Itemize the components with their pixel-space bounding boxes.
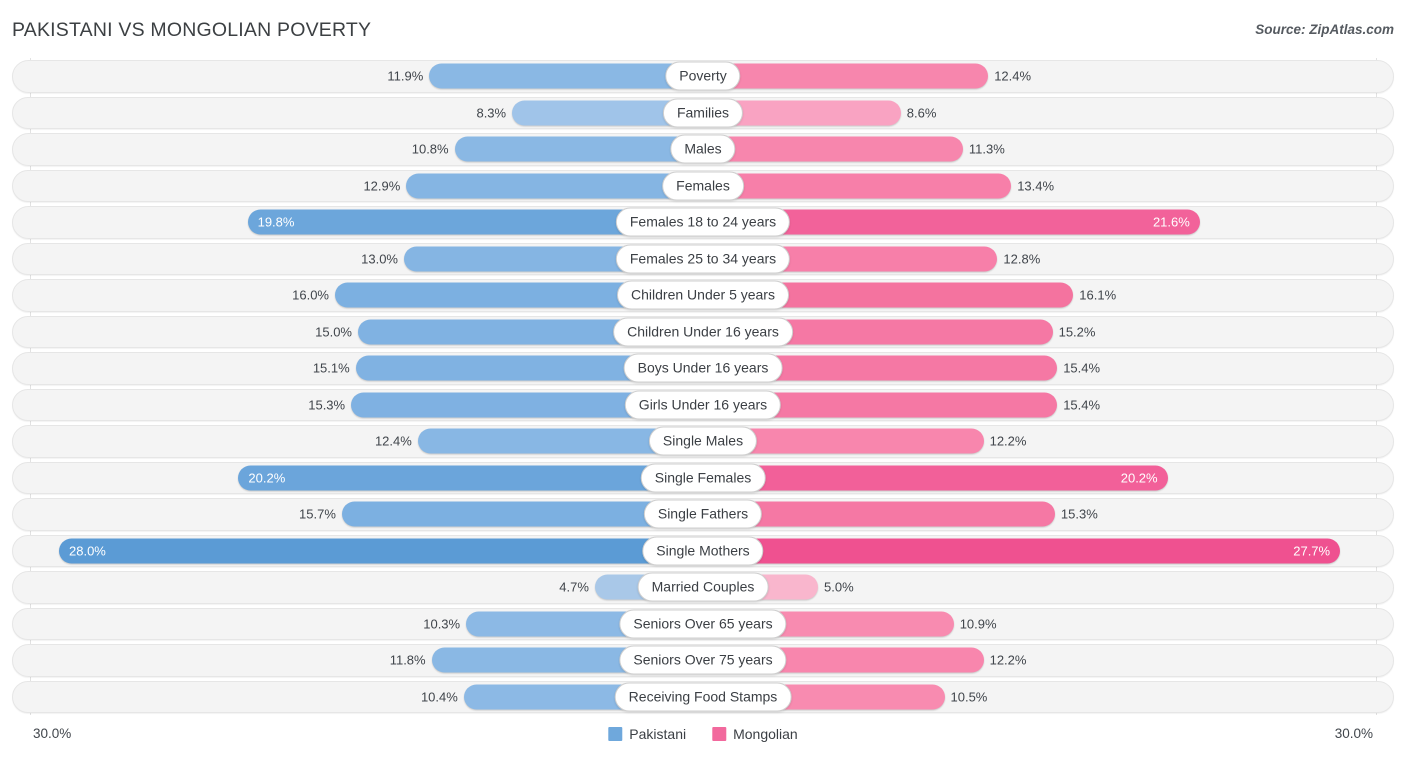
value-label-mongolian: 16.1%: [1079, 287, 1117, 303]
category-label: Single Males: [648, 426, 758, 456]
value-label-pakistani: 10.8%: [411, 141, 449, 157]
table-row[interactable]: 10.4% 10.5% Receiving Food Stamps: [0, 679, 1406, 716]
table-row[interactable]: 4.7% 5.0% Married Couples: [0, 569, 1406, 606]
bar-rows-container: 11.9% 12.4% Poverty 8.3% 8.6% Families 10.8% 11…: [0, 58, 1406, 715]
value-label-mongolian: 15.4%: [1063, 360, 1101, 376]
value-label-mongolian: 27.7%: [1293, 543, 1331, 559]
value-label-pakistani: 13.0%: [361, 251, 398, 267]
value-label-mongolian: 5.0%: [824, 579, 854, 595]
category-label: Single Females: [640, 463, 766, 493]
table-row[interactable]: 28.0% 27.7% Single Mothers: [0, 533, 1406, 570]
table-row[interactable]: 10.8% 11.3% Males: [0, 131, 1406, 168]
value-label-mongolian: 13.4%: [1017, 178, 1055, 194]
axis-label-left: 30.0%: [33, 726, 72, 741]
category-label: Females 25 to 34 years: [615, 244, 791, 274]
table-row[interactable]: 15.3% 15.4% Girls Under 16 years: [0, 387, 1406, 424]
value-label-pakistani: 28.0%: [69, 543, 106, 559]
category-label: Children Under 5 years: [617, 280, 789, 310]
value-label-mongolian: 12.2%: [989, 652, 1027, 668]
table-row[interactable]: 15.0% 15.2% Children Under 16 years: [0, 314, 1406, 351]
table-row[interactable]: 20.2% 20.2% Single Females: [0, 460, 1406, 497]
value-label-pakistani: 16.0%: [292, 287, 329, 303]
value-label-mongolian: 10.9%: [959, 616, 997, 632]
bar-mongolian[interactable]: [703, 173, 1012, 199]
chart-footer: 30.0% 30.0% Pakistani Mongolian: [0, 715, 1406, 758]
value-label-pakistani: 10.3%: [423, 616, 461, 632]
table-row[interactable]: 13.0% 12.8% Females 25 to 34 years: [0, 241, 1406, 278]
category-label: Children Under 16 years: [613, 317, 793, 347]
table-row[interactable]: 15.7% 15.3% Single Fathers: [0, 496, 1406, 533]
category-label: Girls Under 16 years: [624, 390, 782, 420]
category-label: Seniors Over 65 years: [619, 609, 787, 639]
category-label: Boys Under 16 years: [623, 353, 783, 383]
value-label-mongolian: 11.3%: [968, 141, 1005, 157]
value-label-mongolian: 12.2%: [989, 433, 1027, 449]
source-attribution: Source: ZipAtlas.com: [1255, 22, 1394, 37]
legend-swatch-icon: [712, 727, 727, 741]
table-row[interactable]: 19.8% 21.6% Females 18 to 24 years: [0, 204, 1406, 241]
bar-pakistani[interactable]: [454, 136, 703, 162]
value-label-pakistani: 15.1%: [312, 360, 350, 376]
value-label-pakistani: 4.7%: [559, 579, 589, 595]
table-row[interactable]: 12.9% 13.4% Females: [0, 168, 1406, 205]
value-label-pakistani: 12.9%: [363, 178, 401, 194]
axis-label-right: 30.0%: [1334, 726, 1373, 741]
table-row[interactable]: 16.0% 16.1% Children Under 5 years: [0, 277, 1406, 314]
category-label: Married Couples: [637, 572, 769, 602]
legend-label: Pakistani: [629, 726, 687, 742]
bar-mongolian[interactable]: [703, 465, 1168, 491]
bar-pakistani[interactable]: [406, 173, 703, 199]
value-label-pakistani: 15.7%: [299, 506, 336, 522]
category-label: Females 18 to 24 years: [615, 207, 791, 237]
category-label: Single Mothers: [642, 536, 764, 566]
bar-mongolian[interactable]: [703, 136, 963, 162]
value-label-mongolian: 15.2%: [1058, 324, 1096, 340]
table-row[interactable]: 11.9% 12.4% Poverty: [0, 58, 1406, 95]
value-label-pakistani: 11.8%: [389, 652, 426, 668]
value-label-mongolian: 10.5%: [950, 689, 988, 705]
table-row[interactable]: 10.3% 10.9% Seniors Over 65 years: [0, 606, 1406, 643]
table-row[interactable]: 11.8% 12.2% Seniors Over 75 years: [0, 642, 1406, 679]
legend-item[interactable]: Mongolian: [712, 726, 798, 742]
value-label-mongolian: 12.4%: [994, 68, 1032, 84]
value-label-mongolian: 15.4%: [1063, 397, 1101, 413]
chart-header: PAKISTANI VS MONGOLIAN POVERTY Source: Z…: [0, 0, 1406, 58]
page-title: PAKISTANI VS MONGOLIAN POVERTY: [12, 19, 372, 41]
value-label-mongolian: 12.8%: [1003, 251, 1041, 267]
category-label: Poverty: [665, 61, 741, 91]
value-label-pakistani: 10.4%: [420, 689, 458, 705]
category-label: Receiving Food Stamps: [614, 682, 792, 712]
legend-item[interactable]: Pakistani: [608, 726, 686, 742]
value-label-pakistani: 15.3%: [308, 397, 346, 413]
bar-mongolian[interactable]: [703, 63, 989, 89]
table-row[interactable]: 15.1% 15.4% Boys Under 16 years: [0, 350, 1406, 387]
value-label-pakistani: 12.4%: [374, 433, 412, 449]
category-label: Families: [662, 98, 744, 128]
legend-swatch-icon: [608, 727, 623, 741]
chart-legend: Pakistani Mongolian: [608, 726, 798, 742]
bar-mongolian[interactable]: [703, 538, 1341, 564]
bar-pakistani[interactable]: [238, 465, 703, 491]
value-label-pakistani: 15.0%: [315, 324, 352, 340]
table-row[interactable]: 12.4% 12.2% Single Males: [0, 423, 1406, 460]
value-label-pakistani: 8.3%: [476, 105, 507, 121]
bar-pakistani[interactable]: [59, 538, 703, 564]
value-label-pakistani: 20.2%: [248, 470, 286, 486]
value-label-mongolian: 20.2%: [1120, 470, 1158, 486]
chart-page: PAKISTANI VS MONGOLIAN POVERTY Source: Z…: [0, 0, 1406, 758]
value-label-mongolian: 8.6%: [906, 105, 937, 121]
category-label: Single Fathers: [643, 499, 763, 529]
category-label: Males: [670, 134, 736, 164]
category-label: Seniors Over 75 years: [619, 645, 787, 675]
value-label-mongolian: 21.6%: [1152, 214, 1190, 230]
legend-label: Mongolian: [733, 726, 798, 742]
value-label-mongolian: 15.3%: [1060, 506, 1098, 522]
chart-plot-area: 11.9% 12.4% Poverty 8.3% 8.6% Families 10.8% 11…: [0, 58, 1406, 715]
bar-pakistani[interactable]: [429, 63, 703, 89]
table-row[interactable]: 8.3% 8.6% Families: [0, 95, 1406, 132]
value-label-pakistani: 11.9%: [387, 68, 424, 84]
value-label-pakistani: 19.8%: [257, 214, 295, 230]
category-label: Females: [662, 171, 744, 201]
